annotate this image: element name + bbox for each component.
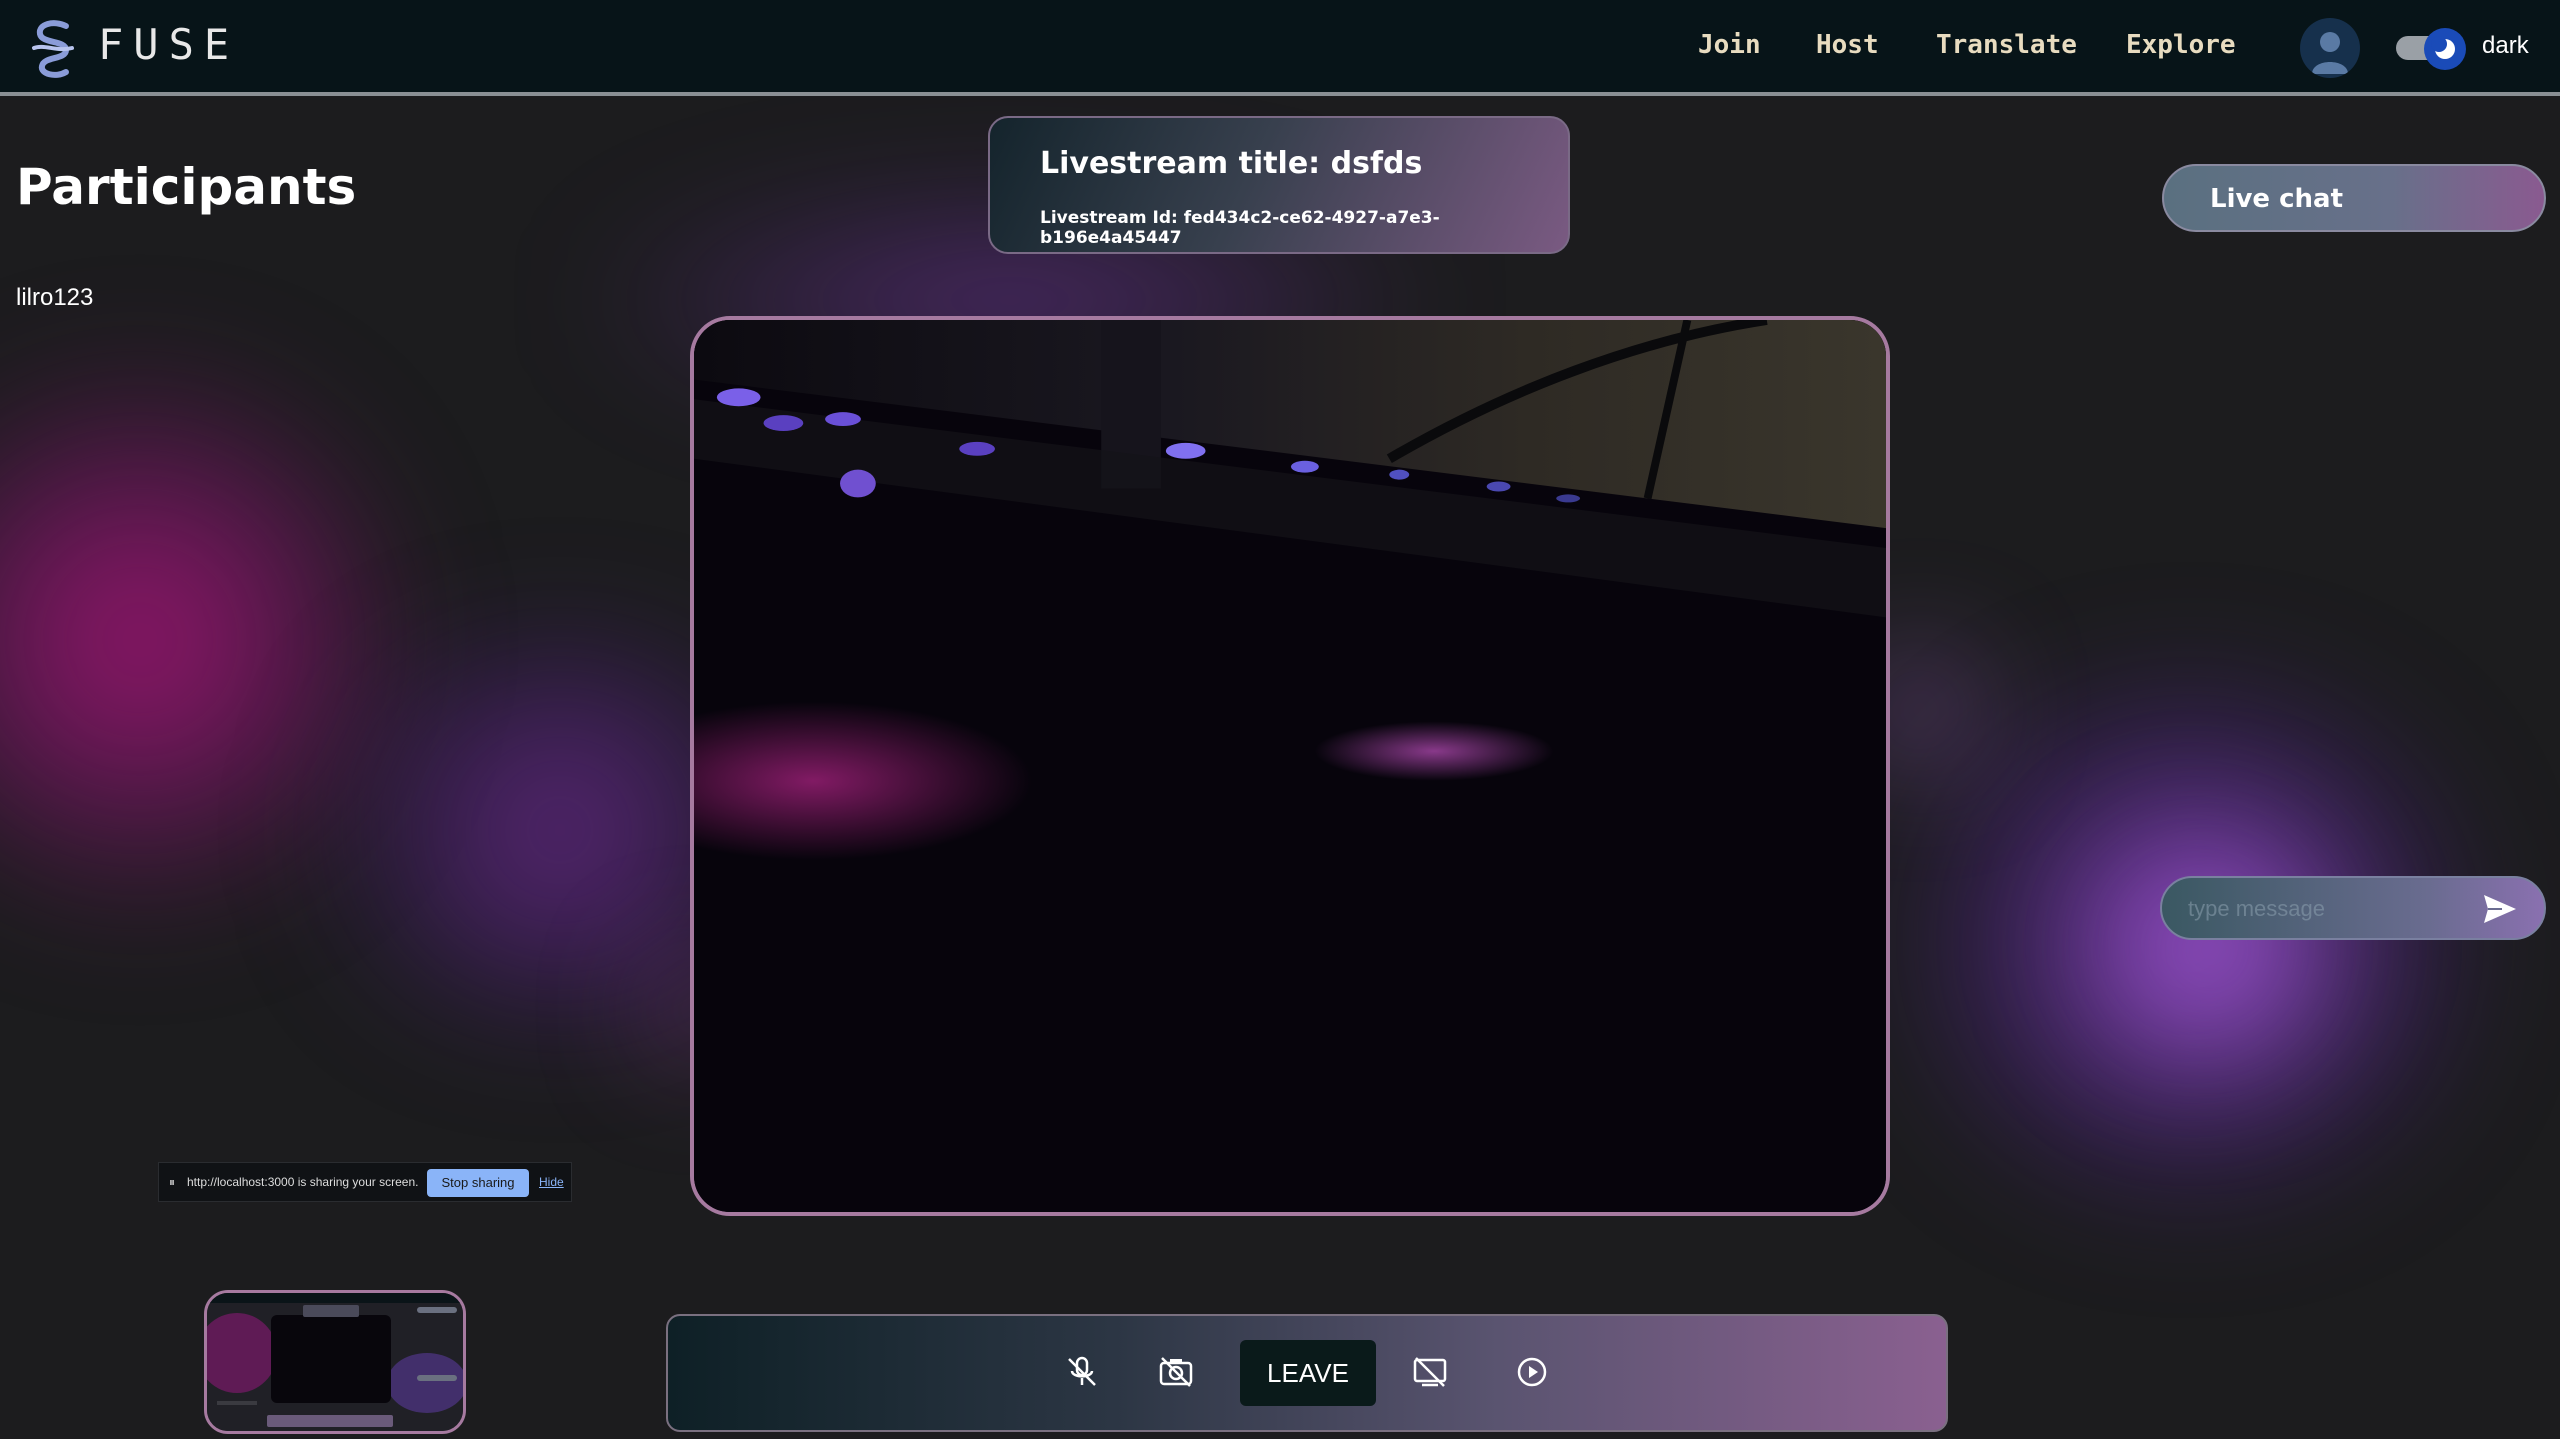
moon-icon [2431, 36, 2455, 59]
mic-off-icon[interactable] [1064, 1354, 1100, 1390]
record-icon[interactable] [1514, 1354, 1550, 1390]
chat-message-input[interactable] [2186, 890, 2470, 928]
nav-explore[interactable]: Explore [2126, 30, 2236, 60]
background-glow [1880, 680, 2500, 1200]
call-controls-bar: LEAVE [666, 1314, 1948, 1432]
video-frame [694, 320, 1886, 1212]
top-nav-bar: FUSE Join Host Translate Explore dark [0, 0, 2560, 96]
livestream-info-card: Livestream title: dsfds Livestream Id: f… [988, 116, 1570, 254]
livestream-id: Livestream Id: fed434c2-ce62-4927-a7e3-b… [1040, 208, 1440, 248]
screen-share-notice: ⏸ http://localhost:3000 is sharing your … [158, 1162, 572, 1202]
hide-link[interactable]: Hide [539, 1175, 564, 1189]
brand-name[interactable]: FUSE [98, 20, 239, 69]
stop-sharing-button[interactable]: Stop sharing [427, 1169, 529, 1197]
nav-host[interactable]: Host [1816, 30, 1879, 60]
theme-label: dark [2482, 32, 2529, 59]
background-glow [2040, 820, 2380, 1080]
chat-input-container [2160, 876, 2546, 940]
self-view-thumbnail[interactable] [204, 1290, 466, 1434]
screen-share-message: http://localhost:3000 is sharing your sc… [187, 1175, 419, 1189]
user-avatar[interactable] [2300, 18, 2360, 78]
nav-translate[interactable]: Translate [1936, 30, 2077, 60]
screen-share-off-icon[interactable] [1412, 1354, 1448, 1390]
video-feed[interactable] [690, 316, 1890, 1216]
nav-join[interactable]: Join [1698, 30, 1761, 60]
leave-button[interactable]: LEAVE [1240, 1340, 1376, 1406]
live-chat-label: Live chat [2210, 184, 2344, 214]
camera-off-icon[interactable] [1158, 1354, 1194, 1390]
send-icon[interactable] [2482, 892, 2518, 926]
fuse-logo-icon[interactable] [26, 18, 82, 80]
thumbnail-preview [207, 1293, 463, 1431]
livestream-title: Livestream title: dsfds [1040, 146, 1423, 181]
theme-toggle[interactable] [2396, 28, 2470, 70]
background-glow [0, 360, 400, 920]
participants-heading: Participants [16, 158, 357, 216]
pause-icon: ⏸ [169, 1175, 176, 1189]
live-chat-button[interactable]: Live chat [2162, 164, 2546, 232]
participant-item: lilro123 [16, 284, 94, 311]
toggle-knob [2424, 28, 2466, 70]
user-icon [2312, 32, 2348, 74]
